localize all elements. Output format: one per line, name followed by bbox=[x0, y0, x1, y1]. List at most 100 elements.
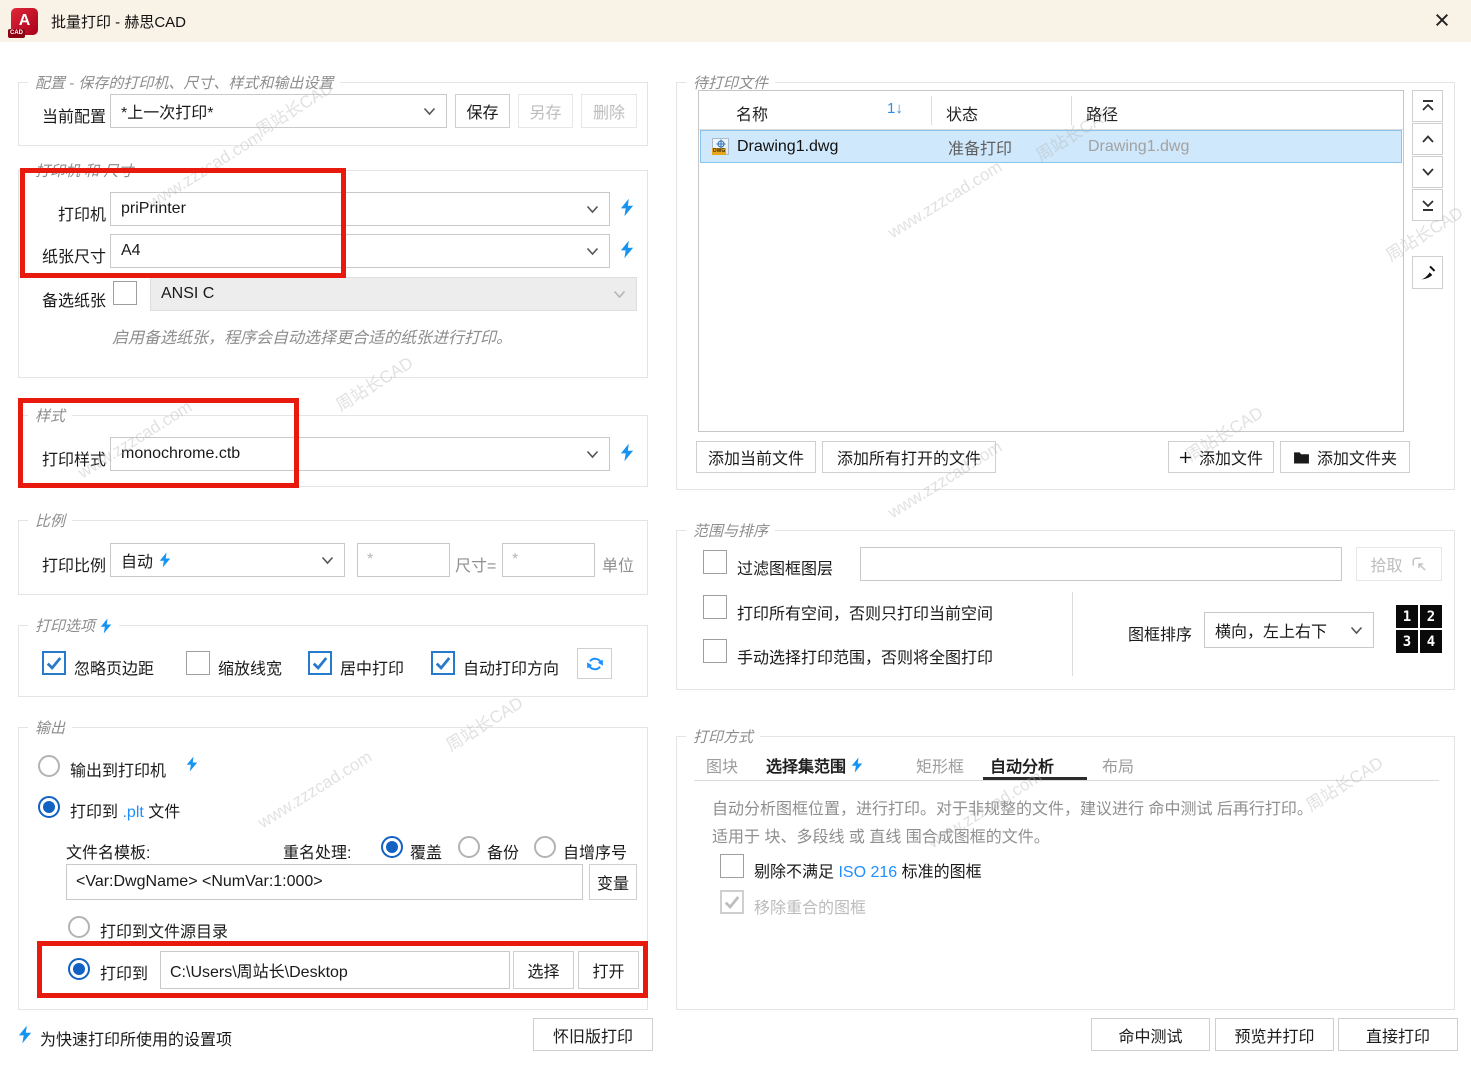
iso-216-link[interactable]: ISO 216 bbox=[838, 864, 897, 881]
radio-print-to-source-dir[interactable] bbox=[68, 916, 90, 938]
checkbox-scale-lineweight[interactable] bbox=[186, 651, 210, 675]
tab-rectangle[interactable]: 矩形框 bbox=[916, 753, 964, 777]
save-button[interactable]: 保存 bbox=[455, 94, 510, 128]
add-folder-button[interactable]: 添加文件夹 bbox=[1280, 441, 1410, 473]
scale-legend: 比例 bbox=[35, 510, 65, 531]
add-all-open-files-label: 添加所有打开的文件 bbox=[837, 445, 981, 469]
checkbox-ignore-margins[interactable] bbox=[42, 651, 66, 675]
radio-overwrite[interactable] bbox=[381, 836, 403, 858]
add-current-file-button[interactable]: 添加当前文件 bbox=[696, 441, 816, 473]
variable-button[interactable]: 变量 bbox=[589, 864, 637, 900]
hit-test-button[interactable]: 命中测试 bbox=[1091, 1018, 1210, 1051]
filename-template-label: 文件名模板: bbox=[66, 839, 150, 863]
open-dir-label: 打开 bbox=[592, 958, 624, 982]
checkbox-center-plot[interactable] bbox=[308, 651, 332, 675]
scale-size-input[interactable] bbox=[502, 543, 595, 577]
checkbox-remove-overlap[interactable] bbox=[720, 890, 744, 914]
printer-select[interactable]: priPrinter bbox=[110, 192, 610, 226]
clear-list-button[interactable] bbox=[1412, 256, 1443, 289]
print-options-legend: 打印选项 bbox=[35, 615, 95, 636]
auto-increment-label: 自增序号 bbox=[563, 839, 627, 863]
current-config-value: *上一次打印* bbox=[121, 99, 213, 123]
section-divider bbox=[1072, 592, 1073, 676]
close-icon[interactable]: × bbox=[1425, 4, 1459, 38]
tab-layout[interactable]: 布局 bbox=[1102, 753, 1134, 777]
paper-size-select[interactable]: A4 bbox=[110, 234, 610, 268]
radio-output-to-printer[interactable] bbox=[38, 755, 60, 777]
move-up-button[interactable] bbox=[1412, 123, 1443, 155]
frame-order-grid-icon: 1 2 3 4 bbox=[1396, 605, 1442, 653]
delete-button[interactable]: 删除 bbox=[581, 94, 637, 128]
column-header-path[interactable]: 路径 bbox=[1086, 101, 1118, 125]
title-bar: A CAD 批量打印 - 赫思CAD bbox=[0, 0, 1471, 42]
chevron-down-icon bbox=[1420, 164, 1436, 180]
save-as-button[interactable]: 另存 bbox=[518, 94, 573, 128]
lightning-icon bbox=[620, 240, 634, 259]
direct-print-button[interactable]: 直接打印 bbox=[1338, 1018, 1458, 1051]
tab-auto-analysis[interactable]: 自动分析 bbox=[990, 753, 1054, 777]
column-header-status[interactable]: 状态 bbox=[946, 101, 978, 125]
rotate-orientation-button[interactable] bbox=[577, 648, 612, 679]
radio-print-to-dir[interactable] bbox=[68, 958, 90, 980]
open-dir-button[interactable]: 打开 bbox=[578, 951, 639, 989]
app-logo-letter: A bbox=[19, 12, 31, 30]
plot-scale-select[interactable]: 自动 bbox=[110, 543, 345, 577]
window-title: 批量打印 - 赫思CAD bbox=[51, 11, 186, 32]
add-file-button[interactable]: 添加文件 bbox=[1168, 441, 1274, 473]
plot-scale-label: 打印比例 bbox=[18, 552, 106, 576]
grid-cell-2: 2 bbox=[1420, 605, 1442, 628]
radio-backup[interactable] bbox=[458, 836, 480, 858]
sort-icon[interactable]: 1↓ bbox=[887, 100, 903, 117]
move-top-button[interactable] bbox=[1412, 90, 1443, 122]
checkbox-remove-non-iso[interactable] bbox=[720, 854, 744, 878]
frame-order-select[interactable]: 横向，左上右下 bbox=[1204, 612, 1374, 648]
choose-dir-button[interactable]: 选择 bbox=[513, 951, 574, 989]
output-to-printer-label: 输出到打印机 bbox=[70, 757, 166, 781]
config-legend: 配置 - 保存的打印机、尺寸、样式和输出设置 bbox=[35, 72, 333, 93]
radio-print-to-plt[interactable] bbox=[38, 796, 60, 818]
tab-selection-set[interactable]: 选择集范围 bbox=[766, 753, 863, 777]
alt-paper-select[interactable]: ANSI C bbox=[150, 277, 637, 311]
filename-template-input[interactable] bbox=[66, 864, 583, 900]
lightning-icon bbox=[100, 618, 112, 634]
iso-suffix: 标准的图框 bbox=[902, 864, 982, 881]
plot-scale-value: 自动 bbox=[121, 548, 153, 572]
add-all-open-files-button[interactable]: 添加所有打开的文件 bbox=[822, 441, 996, 473]
checkbox-manual-range[interactable] bbox=[703, 639, 727, 663]
column-divider[interactable] bbox=[931, 96, 932, 125]
plot-style-select[interactable]: monochrome.ctb bbox=[110, 437, 610, 471]
column-divider[interactable] bbox=[1071, 96, 1072, 125]
file-status: 准备打印 bbox=[948, 135, 1012, 159]
move-down-button[interactable] bbox=[1412, 156, 1443, 188]
legacy-print-button[interactable]: 怀旧版打印 bbox=[533, 1018, 653, 1051]
add-current-file-label: 添加当前文件 bbox=[708, 445, 804, 469]
pick-layer-button[interactable]: 拾取 bbox=[1356, 547, 1442, 581]
tab-block[interactable]: 图块 bbox=[706, 753, 738, 777]
tab-rectangle-label: 矩形框 bbox=[916, 753, 964, 777]
direct-print-label: 直接打印 bbox=[1366, 1023, 1430, 1047]
tab-layout-label: 布局 bbox=[1102, 753, 1134, 777]
column-header-name[interactable]: 名称 bbox=[736, 101, 768, 125]
lightning-icon bbox=[851, 757, 863, 773]
auto-orientation-label: 自动打印方向 bbox=[463, 655, 559, 679]
scale-numerator-input[interactable] bbox=[357, 543, 450, 577]
print-to-source-dir-label: 打印到文件源目录 bbox=[100, 918, 228, 942]
checkbox-auto-orientation[interactable] bbox=[431, 651, 455, 675]
remove-overlap-label: 移除重合的图框 bbox=[754, 894, 866, 918]
preview-print-button[interactable]: 预览并打印 bbox=[1215, 1018, 1334, 1051]
output-dir-input[interactable] bbox=[160, 951, 510, 989]
chevron-down-icon bbox=[1350, 626, 1363, 635]
checkbox-filter-frame-layer[interactable] bbox=[703, 550, 727, 574]
move-bottom-button[interactable] bbox=[1412, 189, 1443, 221]
table-row[interactable]: DWG Drawing1.dwg 准备打印 Drawing1.dwg bbox=[700, 130, 1402, 163]
save-as-button-label: 另存 bbox=[529, 99, 561, 123]
file-table: 名称 1↓ 状态 路径 DWG Drawing1.dwg 准备打印 Drawin… bbox=[698, 90, 1404, 432]
broom-icon bbox=[1419, 264, 1437, 282]
print-to-plt-label: 打印到 .plt 文件 bbox=[70, 798, 180, 822]
radio-auto-increment[interactable] bbox=[534, 836, 556, 858]
move-top-icon bbox=[1420, 98, 1436, 114]
alt-paper-checkbox[interactable] bbox=[113, 281, 137, 305]
filter-layer-input[interactable] bbox=[860, 547, 1342, 581]
checkbox-print-all-spaces[interactable] bbox=[703, 595, 727, 619]
current-config-select[interactable]: *上一次打印* bbox=[110, 94, 447, 128]
